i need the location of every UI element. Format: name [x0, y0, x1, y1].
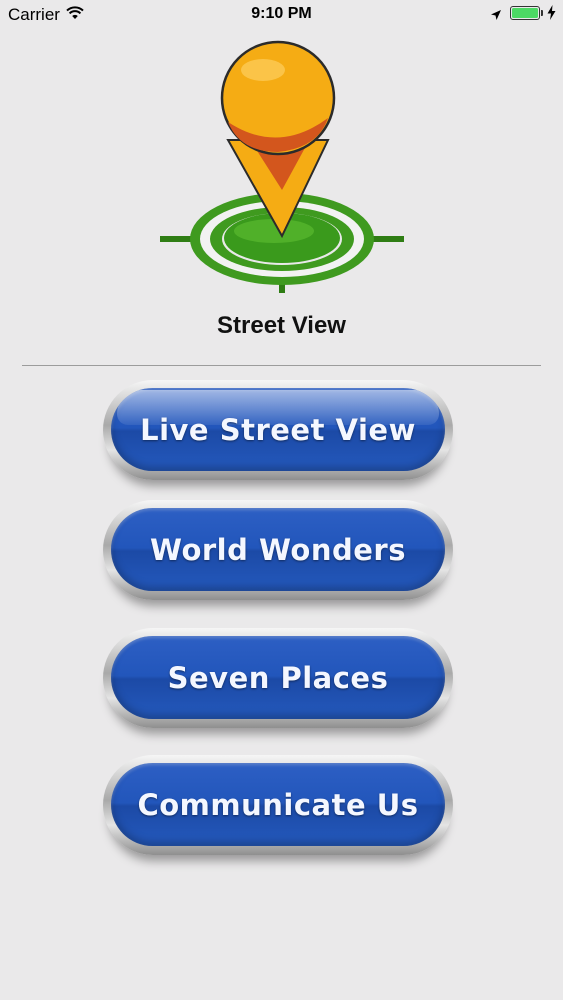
- button-face: Live Street View: [111, 388, 445, 471]
- charging-bolt-icon: [547, 5, 556, 25]
- button-face: World Wonders: [111, 508, 445, 591]
- seven-places-button[interactable]: Seven Places: [103, 628, 453, 728]
- battery-icon: [510, 6, 540, 20]
- battery-level: [512, 8, 538, 18]
- seven-places-label: Seven Places: [167, 660, 389, 695]
- button-face: Communicate Us: [111, 763, 445, 846]
- app-title: Street View: [217, 312, 346, 339]
- battery-tip: [541, 10, 543, 16]
- world-wonders-label: World Wonders: [150, 532, 406, 567]
- communicate-us-button[interactable]: Communicate Us: [103, 755, 453, 855]
- world-wonders-button[interactable]: World Wonders: [103, 500, 453, 600]
- location-arrow-icon: [490, 6, 502, 26]
- status-bar: Carrier 9:10 PM: [0, 0, 563, 30]
- map-pin-target-icon: [158, 40, 406, 296]
- title-divider: [22, 365, 541, 366]
- communicate-us-label: Communicate Us: [137, 787, 419, 822]
- live-street-view-label: Live Street View: [140, 412, 416, 447]
- live-street-view-button[interactable]: Live Street View: [103, 380, 453, 480]
- status-time: 9:10 PM: [251, 5, 312, 22]
- button-face: Seven Places: [111, 636, 445, 719]
